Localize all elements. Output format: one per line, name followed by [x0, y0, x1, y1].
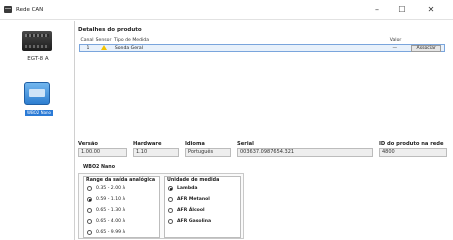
sensor-cell — [96, 45, 113, 51]
maximize-button[interactable]: ☐ — [391, 3, 413, 17]
unit-option-label: Lambda — [177, 186, 198, 191]
id-rede-value: 4800 — [379, 148, 447, 157]
info-id-rede: ID do produto na rede 4800 — [379, 141, 447, 157]
action-cell: Associar — [411, 44, 444, 52]
unit-option-2[interactable]: AFR Álcool — [168, 208, 205, 213]
radio-button[interactable] — [168, 219, 173, 224]
channels-table: Canal Sensor Tipo de Medida Valor 1 Sond… — [79, 37, 445, 52]
cell-valor: — — [392, 45, 398, 51]
unit-group-title: Unidade de medida — [167, 178, 220, 183]
section-title-product-details: Detalhes do produto — [78, 27, 142, 33]
col-header-tipo: Tipo de Medida — [114, 38, 150, 43]
range-option-2[interactable]: 0.65 - 1.30 λ — [87, 208, 125, 213]
versao-label: Versão — [78, 141, 98, 147]
range-option-label: 0.35 - 2.00 λ — [96, 186, 126, 191]
product-info-row: Versão 1.00.00 Hardware 1.10 Idioma Port… — [78, 141, 448, 159]
range-option-label: 0.65 - 4.00 λ — [96, 219, 126, 224]
device-settings-panel: Range da saída analógica 0.35 - 2.00 λ 0… — [78, 173, 244, 239]
range-option-3[interactable]: 0.65 - 4.00 λ — [87, 219, 125, 224]
warning-icon — [101, 45, 108, 50]
radio-button-selected[interactable] — [168, 186, 173, 191]
col-header-valor: Valor — [389, 38, 402, 43]
radio-button[interactable] — [87, 208, 92, 213]
cell-canal: 1 — [86, 45, 90, 51]
range-option-4[interactable]: 0.65 - 9.99 λ — [87, 230, 125, 235]
unit-option-label: AFR Álcool — [177, 208, 205, 213]
range-option-1[interactable]: 0.59 - 1.10 λ — [87, 197, 125, 202]
unit-option-label: AFR Metanol — [177, 197, 210, 202]
range-group: Range da saída analógica 0.35 - 2.00 λ 0… — [83, 176, 160, 238]
title-bar: Rede CAN – ☐ ✕ — [0, 0, 453, 20]
cell-tipo: Sonda Geral — [114, 45, 144, 51]
unit-option-label: AFR Gasolina — [177, 219, 212, 224]
id-rede-label: ID do produto na rede — [379, 141, 444, 147]
wbo2-nano-device-icon[interactable] — [24, 82, 50, 105]
table-header: Canal Sensor Tipo de Medida Valor — [79, 37, 445, 44]
hardware-value: 1.10 — [133, 148, 179, 157]
device-label-wbo2-nano[interactable]: WBO2 Nano — [25, 110, 53, 116]
device-sidebar: EGT-8 A WBO2 Nano — [1, 21, 75, 240]
radio-button[interactable] — [87, 230, 92, 235]
radio-button[interactable] — [87, 186, 92, 191]
col-header-sensor: Sensor — [95, 38, 112, 43]
unit-option-1[interactable]: AFR Metanol — [168, 197, 210, 202]
info-versao: Versão 1.00.00 — [78, 141, 127, 157]
col-header-canal: Canal — [80, 38, 94, 43]
radio-button[interactable] — [87, 219, 92, 224]
window-title: Rede CAN — [16, 7, 44, 13]
info-idioma: Idioma Português — [185, 141, 231, 157]
versao-value: 1.00.00 — [78, 148, 127, 157]
associar-button[interactable]: Associar — [411, 44, 442, 52]
close-button[interactable]: ✕ — [420, 3, 442, 17]
radio-button[interactable] — [168, 197, 173, 202]
idioma-label: Idioma — [185, 141, 205, 147]
hardware-label: Hardware — [133, 141, 162, 147]
egt8-device-icon[interactable] — [22, 31, 52, 51]
range-option-0[interactable]: 0.35 - 2.00 λ — [87, 186, 125, 191]
minimize-button[interactable]: – — [366, 3, 388, 17]
radio-button-selected[interactable] — [87, 197, 92, 202]
info-serial: Serial 003637.0987654.321 — [237, 141, 373, 157]
info-hardware: Hardware 1.10 — [133, 141, 179, 157]
unit-group: Unidade de medida Lambda AFR Metanol AFR… — [164, 176, 241, 238]
device-label-egt8[interactable]: EGT-8 A — [1, 56, 75, 62]
unit-option-0[interactable]: Lambda — [168, 186, 198, 191]
unit-option-3[interactable]: AFR Gasolina — [168, 219, 211, 224]
serial-value: 003637.0987654.321 — [237, 148, 373, 157]
range-option-label: 0.65 - 1.30 λ — [96, 208, 126, 213]
serial-label: Serial — [237, 141, 254, 147]
table-row[interactable]: 1 Sonda Geral — Associar — [79, 44, 445, 52]
app-icon — [4, 6, 12, 13]
radio-button[interactable] — [168, 208, 173, 213]
range-group-title: Range da saída analógica — [86, 178, 156, 183]
range-option-label: 0.65 - 9.99 λ — [96, 230, 126, 235]
idioma-value: Português — [185, 148, 231, 157]
range-option-label: 0.59 - 1.10 λ — [96, 197, 126, 202]
device-panel-title: WBO2 Nano — [83, 165, 115, 170]
main-panel: Detalhes do produto Canal Sensor Tipo de… — [76, 21, 453, 240]
